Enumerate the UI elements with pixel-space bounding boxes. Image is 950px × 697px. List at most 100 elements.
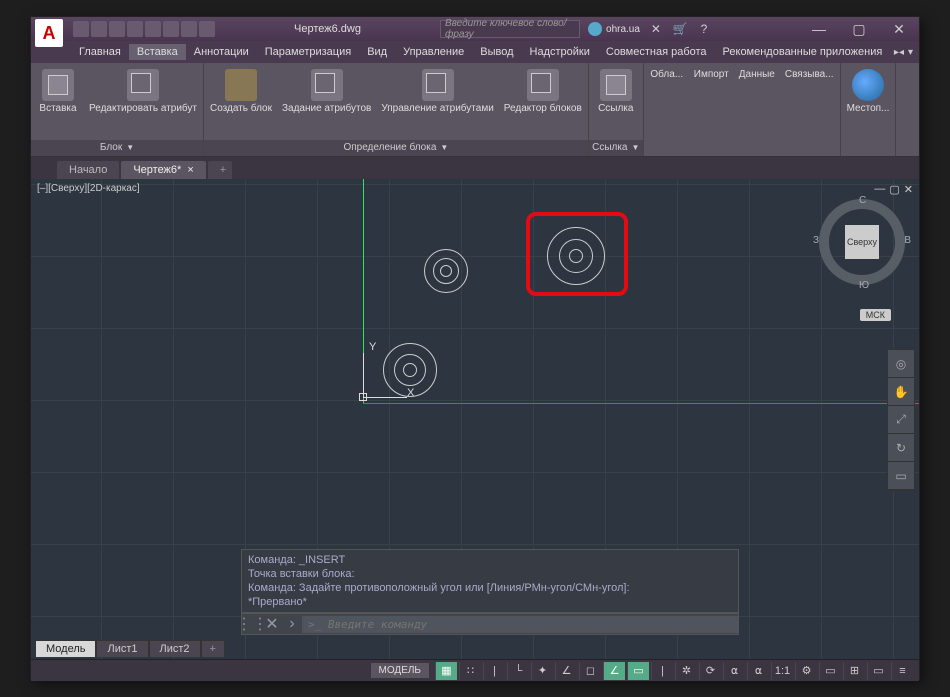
ribbon-tab-вставка[interactable]: Вставка — [129, 44, 186, 60]
button-label: Обла... — [650, 69, 683, 80]
command-input[interactable] — [302, 616, 738, 633]
maximize-button[interactable]: ▢ — [839, 17, 879, 41]
nav-showmotion-icon[interactable]: ▭ — [888, 462, 914, 490]
ribbon-expand-icon[interactable]: ▸◂ — [894, 47, 904, 58]
qat-web-icon[interactable] — [145, 21, 161, 37]
qat-redo-icon[interactable] — [199, 21, 215, 37]
qat-undo-icon[interactable] — [181, 21, 197, 37]
data-panel-button[interactable]: Данные — [735, 65, 779, 154]
command-handle-icon[interactable]: ⋮⋮ — [242, 614, 262, 634]
command-area: Команда: _INSERTТочка вставки блока:Кома… — [241, 549, 739, 635]
status-model-button[interactable]: МОДЕЛЬ — [371, 663, 429, 678]
define-attributes-icon — [311, 69, 343, 101]
ribbon-tab-аннотации[interactable]: Аннотации — [186, 44, 257, 60]
reference-button[interactable]: Ссылка — [591, 65, 641, 138]
qat-saveas-icon[interactable] — [127, 21, 143, 37]
edit-attribute-button[interactable]: Редактировать атрибут — [85, 65, 201, 138]
cart-icon[interactable]: 🛒 — [672, 21, 688, 37]
minimize-button[interactable]: — — [799, 17, 839, 41]
command-customize-icon[interactable]: › — [282, 615, 302, 633]
command-close-icon[interactable]: ✕ — [262, 614, 282, 634]
exchange-icon[interactable]: ✕ — [648, 21, 664, 37]
nav-pan-icon[interactable]: ✋ — [888, 378, 914, 406]
ribbon-tab-совместная работа[interactable]: Совместная работа — [598, 44, 715, 60]
title-bar: A Чертеж6.dwg Введите ключевое слово/фра… — [31, 17, 919, 41]
status-annoscale-icon[interactable]: ⍺ — [723, 662, 745, 680]
create-block-icon — [225, 69, 257, 101]
status-transparency-icon[interactable]: ✲ — [675, 662, 697, 680]
vp-minimize-icon[interactable]: — — [874, 183, 885, 196]
vp-close-icon[interactable]: ✕ — [904, 183, 913, 196]
panel-title[interactable]: Ссылка ▼ — [589, 140, 643, 156]
add-layout-button[interactable]: + — [201, 640, 225, 657]
manage-attributes-button[interactable]: Управление атрибутами — [377, 65, 497, 138]
layout-tab-модель[interactable]: Модель — [35, 640, 96, 657]
status-customize-icon[interactable]: ≡ — [891, 662, 913, 680]
reference-icon — [600, 69, 632, 101]
ribbon-tab-вид[interactable]: Вид — [359, 44, 395, 60]
drawing-area[interactable]: [–][Сверху][2D-каркас] — ▢ ✕ YX — [31, 179, 919, 659]
vp-restore-icon[interactable]: ▢ — [889, 183, 899, 196]
document-tab[interactable]: Чертеж6*× — [121, 161, 205, 179]
status-monitor-icon[interactable]: ▭ — [819, 662, 841, 680]
status-grid-icon[interactable]: ▦ — [435, 662, 457, 680]
viewport-label[interactable]: [–][Сверху][2D-каркас] — [37, 183, 140, 194]
qat-new-icon[interactable] — [73, 21, 89, 37]
viewcube[interactable]: Сверху С Ю В З — [819, 199, 905, 285]
quick-access-toolbar — [73, 21, 215, 37]
user-menu[interactable]: ohra.ua — [588, 22, 640, 36]
insert-block-button[interactable]: Вставка — [33, 65, 83, 138]
block-editor-button[interactable]: Редактор блоков — [500, 65, 586, 138]
command-history: Команда: _INSERTТочка вставки блока:Кома… — [241, 549, 739, 613]
panel-title[interactable]: Блок ▼ — [31, 140, 203, 156]
close-button[interactable]: ✕ — [879, 17, 919, 41]
status-bar: МОДЕЛЬ ▦ ∷ | └ ✦ ∠ ◻ ∠ ▭ | ✲ ⟳ ⍺ ⍺ 1:1 ⚙… — [31, 659, 919, 681]
status-ortho-icon[interactable]: └ — [507, 662, 529, 680]
status-cycle-icon[interactable]: ⟳ — [699, 662, 721, 680]
ribbon-menu-icon[interactable]: ▾ — [908, 47, 913, 58]
button-label: Местоп... — [847, 103, 890, 114]
ribbon-tab-параметризация[interactable]: Параметризация — [257, 44, 359, 60]
nav-zoom-extents-icon[interactable]: ⤢ — [888, 406, 914, 434]
qat-plot-icon[interactable] — [163, 21, 179, 37]
import-panel-button[interactable]: Импорт — [690, 65, 733, 154]
search-input[interactable]: Введите ключевое слово/фразу — [440, 20, 580, 38]
layout-tab-лист1[interactable]: Лист1 — [96, 640, 148, 657]
nav-orbit-icon[interactable]: ↻ — [888, 434, 914, 462]
panel-title[interactable]: Определение блока ▼ — [204, 140, 588, 156]
ribbon-tab-вывод[interactable]: Вывод — [472, 44, 521, 60]
status-isodraft-icon[interactable]: ∠ — [555, 662, 577, 680]
qat-open-icon[interactable] — [91, 21, 107, 37]
layout-tab-лист2[interactable]: Лист2 — [149, 640, 201, 657]
ribbon-tab-надстройки[interactable]: Надстройки — [522, 44, 598, 60]
new-document-button[interactable]: + — [208, 161, 232, 179]
location-button[interactable]: Местоп... — [843, 65, 894, 154]
ribbon-tab-главная[interactable]: Главная — [71, 44, 129, 60]
status-workspace-icon[interactable]: ⚙ — [795, 662, 817, 680]
viewcube-face[interactable]: Сверху — [845, 225, 879, 259]
wcs-badge[interactable]: МСК — [860, 309, 891, 321]
ribbon-tab-рекомендованные приложения[interactable]: Рекомендованные приложения — [715, 44, 891, 60]
status-scale-icon[interactable]: 1:1 — [771, 662, 793, 680]
status-clean-icon[interactable]: ▭ — [867, 662, 889, 680]
link-panel-button[interactable]: Связыва... — [781, 65, 838, 154]
app-logo[interactable]: A — [35, 19, 63, 47]
help-icon[interactable]: ? — [696, 21, 712, 37]
cloud-panel-button[interactable]: Обла... — [646, 65, 688, 154]
document-tab[interactable]: Начало — [57, 161, 119, 179]
ribbon-tab-управление[interactable]: Управление — [395, 44, 472, 60]
doctab-close-icon[interactable]: × — [187, 164, 193, 176]
status-osnap-icon[interactable]: ◻ — [579, 662, 601, 680]
qat-save-icon[interactable] — [109, 21, 125, 37]
define-attributes-button[interactable]: Задание атрибутов — [278, 65, 375, 138]
create-block-button[interactable]: Создать блок — [206, 65, 276, 138]
nav-wheel-icon[interactable]: ◎ — [888, 350, 914, 378]
status-snap-icon[interactable]: ∷ — [459, 662, 481, 680]
status-otrack-icon[interactable]: ∠ — [603, 662, 625, 680]
status-annoviz-icon[interactable]: ⍺ — [747, 662, 769, 680]
status-lwt-icon[interactable]: ▭ — [627, 662, 649, 680]
command-line[interactable]: ⋮⋮ ✕ › — [241, 613, 739, 635]
button-label: Вставка — [39, 103, 76, 114]
status-polar-icon[interactable]: ✦ — [531, 662, 553, 680]
status-units-icon[interactable]: ⊞ — [843, 662, 865, 680]
